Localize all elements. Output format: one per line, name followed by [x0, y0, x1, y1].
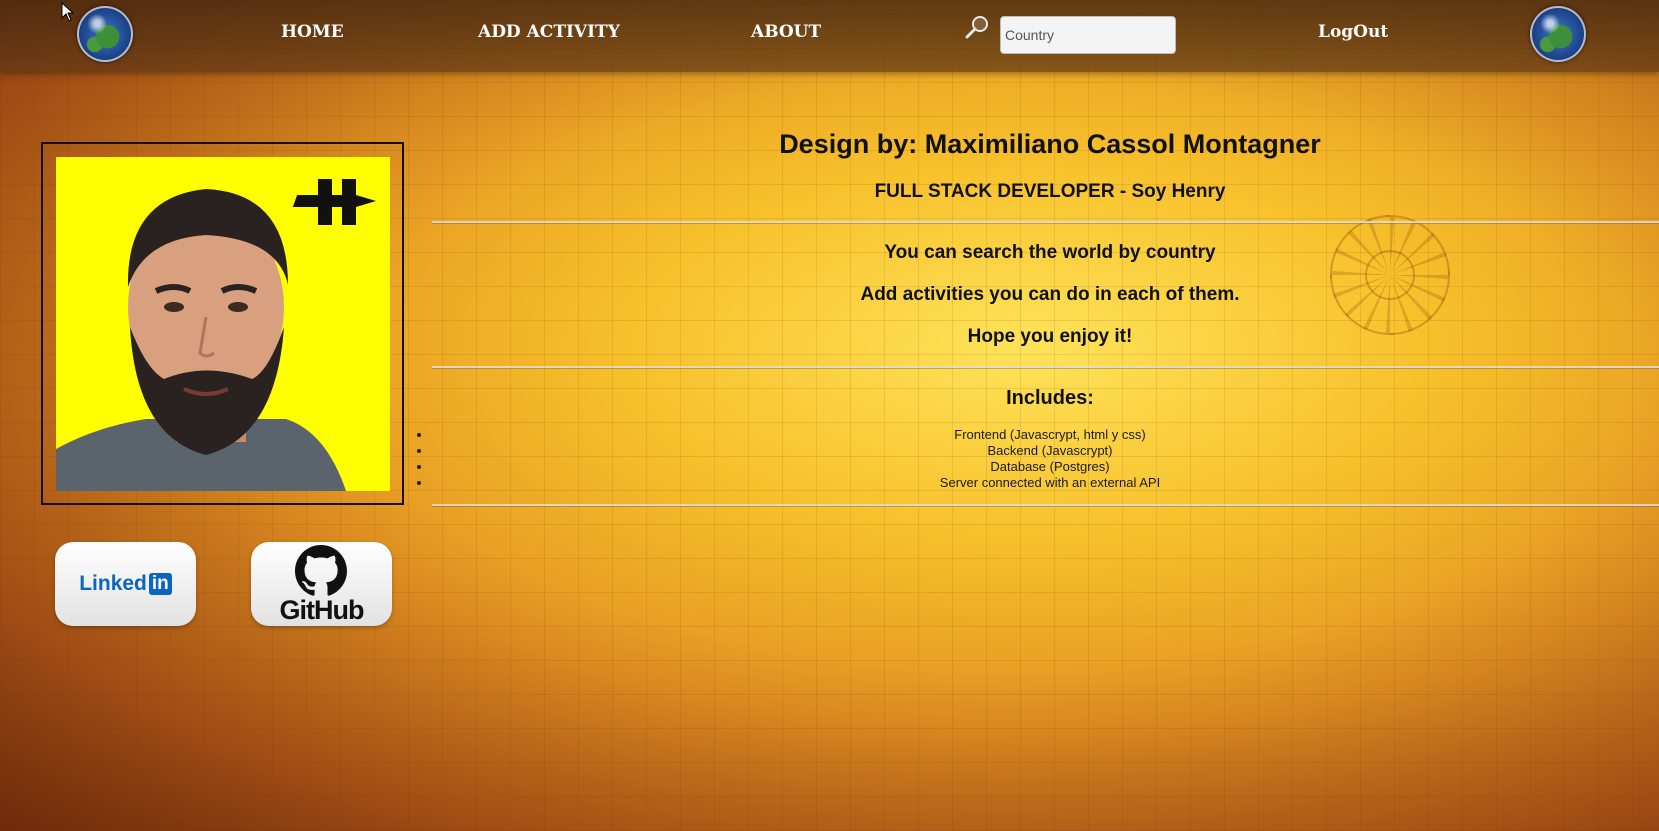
globe-icon[interactable] [1530, 6, 1586, 62]
description-line: You can search the world by country [884, 242, 1216, 263]
country-search-input[interactable] [1000, 16, 1176, 54]
github-label: GitHub [279, 594, 365, 625]
includes-heading: Includes: [1006, 387, 1094, 409]
divider [432, 221, 1659, 223]
description-line: Add activities you can do in each of the… [860, 284, 1240, 305]
includes-item: Backend (Javascrypt) [987, 443, 1113, 458]
divider [432, 504, 1659, 506]
profile-portrait [56, 179, 376, 491]
divider [432, 366, 1659, 368]
includes-item: Frontend (Javascrypt, html y css) [954, 427, 1146, 442]
nav-home-link[interactable]: HOME [281, 22, 344, 42]
vertical-dots-decoration [417, 433, 425, 497]
search-icon[interactable] [964, 14, 990, 40]
linkedin-button[interactable]: Linked in [55, 542, 196, 626]
github-button[interactable]: GitHub [251, 542, 392, 626]
page-subtitle: FULL STACK DEVELOPER - Soy Henry [874, 181, 1226, 202]
includes-item: Database (Postgres) [990, 459, 1110, 474]
description-line: Hope you enjoy it! [967, 326, 1133, 347]
linkedin-logo-icon: Linked in [79, 572, 172, 596]
cursor-icon [61, 2, 75, 22]
github-octocat-icon [295, 544, 348, 596]
navbar: HOME ADD ACTIVITY ABOUT LogOut [0, 0, 1659, 72]
henry-logo-icon [292, 179, 376, 225]
page-title: Design by: Maximiliano Cassol Montagner [779, 129, 1321, 159]
globe-icon[interactable] [77, 6, 133, 62]
nav-about-link[interactable]: ABOUT [751, 22, 821, 42]
profile-photo [56, 157, 390, 491]
nav-add-activity-link[interactable]: ADD ACTIVITY [478, 22, 620, 42]
includes-item: Server connected with an external API [939, 475, 1161, 490]
nav-logout-link[interactable]: LogOut [1318, 22, 1388, 42]
